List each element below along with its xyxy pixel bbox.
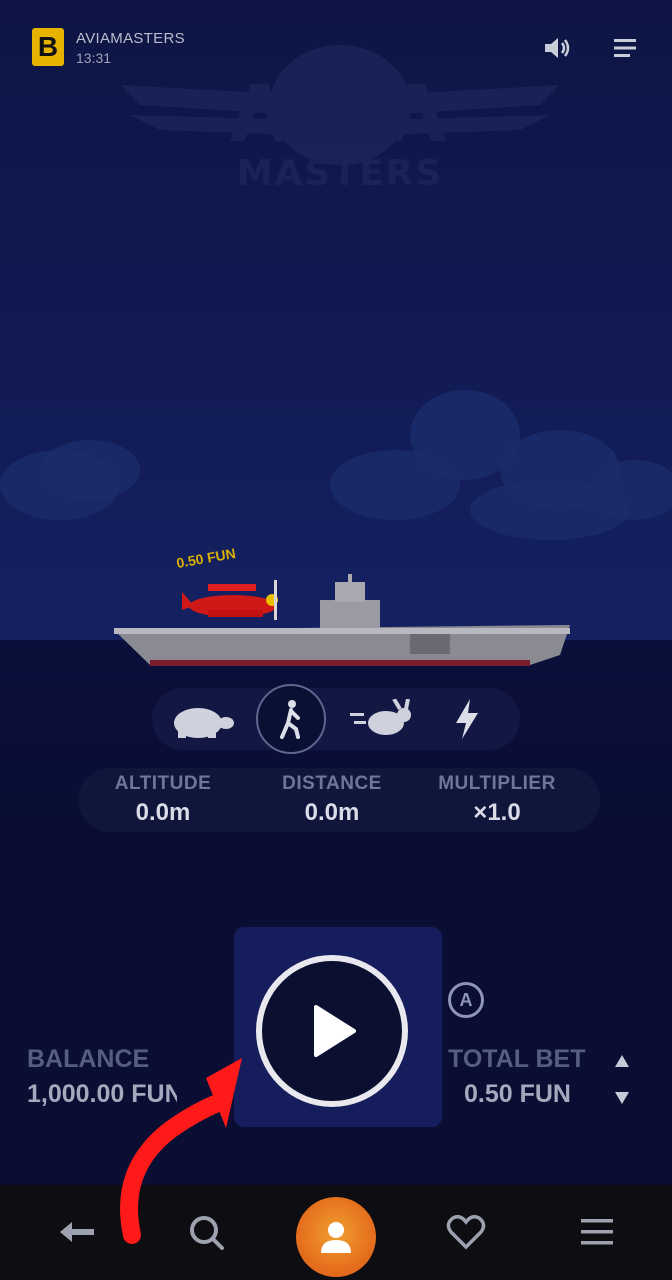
profile-icon <box>321 1222 351 1253</box>
play-icon <box>314 1005 356 1057</box>
distance-value: 0.0m <box>304 799 360 826</box>
turtle-icon <box>174 708 234 738</box>
profile-button[interactable] <box>296 1197 376 1277</box>
hamburger-icon[interactable] <box>610 34 640 62</box>
multiplier-stat: MULTIPLIER ×1.0 <box>412 773 582 827</box>
annotation-arrow <box>120 1058 242 1244</box>
clock-time: 13:31 <box>76 50 112 66</box>
triangle-up-icon <box>615 1055 629 1067</box>
multiplier-label: MULTIPLIER <box>438 773 556 794</box>
walking-person-icon <box>280 700 300 739</box>
distance-stat: DISTANCE 0.0m <box>247 773 417 827</box>
altitude-label: ALTITUDE <box>114 773 212 794</box>
speaker-icon[interactable] <box>542 34 572 62</box>
logo-text-avia: AVIA <box>229 70 451 160</box>
bet-decrease-button[interactable] <box>612 1089 632 1107</box>
altitude-value: 0.0m <box>135 799 191 826</box>
speed-slow-button[interactable] <box>168 684 238 754</box>
bet-increase-button[interactable] <box>612 1052 632 1070</box>
autoplay-button[interactable]: A <box>448 982 484 1018</box>
menu-icon[interactable] <box>575 1210 619 1254</box>
speed-normal-button[interactable] <box>256 684 326 754</box>
total-bet-label: TOTAL BET <box>448 1045 586 1073</box>
triangle-down-icon <box>615 1092 629 1104</box>
altitude-stat: ALTITUDE 0.0m <box>78 773 248 827</box>
speed-fast-button[interactable] <box>346 684 416 754</box>
app-brand-icon: B <box>32 28 64 66</box>
play-button[interactable] <box>256 955 408 1107</box>
logo-text-masters: MASTERS <box>236 153 444 194</box>
rabbit-icon <box>350 699 411 735</box>
game-logo: AVIA MASTERS <box>100 25 580 210</box>
lightning-icon <box>456 699 478 739</box>
multiplier-value: ×1.0 <box>473 799 521 826</box>
heart-icon[interactable] <box>444 1210 488 1254</box>
app-title: AVIAMASTERS <box>76 30 185 47</box>
red-plane <box>182 580 278 620</box>
total-bet-value: 0.50 FUN <box>464 1080 571 1108</box>
back-arrow-icon[interactable] <box>54 1210 98 1254</box>
speed-turbo-button[interactable] <box>432 684 502 754</box>
distance-label: DISTANCE <box>282 773 382 794</box>
